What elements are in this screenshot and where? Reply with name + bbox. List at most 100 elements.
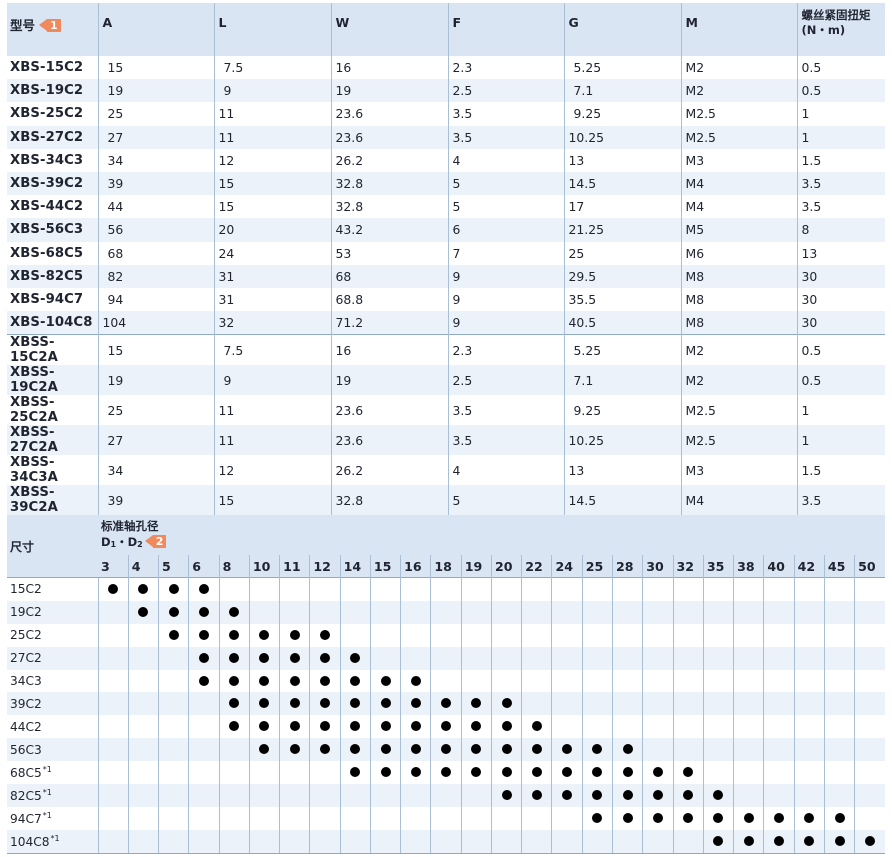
cell-a: 19: [97, 365, 214, 396]
cell-m: M2.5: [680, 425, 797, 456]
available-dot-icon: [350, 744, 361, 755]
available-dot-icon: [622, 789, 633, 800]
availability-cell: [551, 806, 583, 830]
availability-cell: [248, 623, 280, 647]
cell-a: 27: [97, 125, 214, 149]
available-dot-icon: [259, 744, 270, 755]
cell-f: 4: [447, 455, 564, 486]
availability-cell: [733, 829, 764, 854]
cell-torque: 13: [796, 241, 885, 265]
availability-cell: [279, 738, 310, 762]
size-label: 25C2: [10, 628, 42, 643]
diameter-header: 32: [672, 555, 704, 578]
cell-w: 71.2: [330, 311, 448, 335]
available-dot-icon: [531, 767, 542, 778]
cell-w: 23.6: [330, 395, 448, 426]
availability-cell: [339, 623, 371, 647]
availability-cell: [97, 576, 129, 601]
available-dot-icon: [562, 744, 573, 755]
availability-cell: [97, 806, 129, 830]
available-dot-icon: [229, 652, 240, 663]
availability-cell: [188, 715, 220, 739]
cell-model: XBS-68C5: [10, 245, 84, 261]
availability-cell: [642, 646, 674, 670]
note-badge-2: 2: [144, 534, 167, 548]
available-dot-icon: [319, 629, 330, 640]
cell-f: 5: [447, 195, 564, 219]
availability-cell: [551, 692, 583, 716]
availability-cell: [248, 669, 280, 693]
cell-l: 15: [213, 485, 331, 516]
available-dot-icon: [410, 675, 421, 686]
footnote-mark: *1: [50, 833, 60, 843]
cell-m: M6: [680, 241, 797, 265]
availability-cell: [854, 761, 885, 785]
availability-cell: [521, 669, 552, 693]
availability-cell: [793, 761, 825, 785]
availability-cell: [521, 761, 552, 785]
availability-cell: [642, 738, 674, 762]
availability-cell: [854, 600, 885, 624]
cell-torque: 30: [796, 264, 885, 288]
cell-f: 9: [447, 311, 564, 335]
size-label: 82C5: [10, 788, 42, 803]
available-dot-icon: [410, 721, 421, 732]
availability-cell: [490, 600, 522, 624]
availability-cell: [188, 738, 220, 762]
size-label: 39C2: [10, 696, 42, 711]
available-dot-icon: [259, 652, 270, 663]
available-dot-icon: [229, 698, 240, 709]
available-dot-icon: [531, 744, 542, 755]
diameter-header: 20: [490, 555, 522, 578]
availability-cell: [309, 600, 341, 624]
cell-a: 82: [97, 264, 214, 288]
cell-torque: 1.5: [796, 455, 885, 486]
availability-cell: [309, 761, 341, 785]
compat-header-row-1: 尺寸 标准轴孔径 D1・D2 2: [7, 515, 885, 578]
availability-cell: [793, 738, 825, 762]
availability-cell: [733, 669, 764, 693]
availability-cell: [400, 715, 431, 739]
availability-cell: [400, 829, 431, 854]
diameter-header: 18: [430, 555, 462, 578]
table-row: 27C2: [7, 646, 885, 670]
availability-cell: [854, 646, 885, 670]
availability-cell: [369, 646, 401, 670]
availability-cell: [823, 784, 855, 807]
diameter-header: 40: [763, 555, 795, 578]
availability-cell: [248, 829, 280, 854]
availability-cell: [188, 829, 220, 854]
availability-cell: [672, 600, 704, 624]
availability-cell: [248, 715, 280, 739]
available-dot-icon: [198, 583, 209, 594]
availability-cell: [854, 738, 885, 762]
available-dot-icon: [562, 767, 573, 778]
available-dot-icon: [622, 744, 633, 755]
cell-m: M2.5: [680, 395, 797, 426]
cell-m: M8: [680, 287, 797, 312]
availability-cell: [460, 692, 492, 716]
availability-cell: [127, 761, 159, 785]
availability-cell: [248, 600, 280, 624]
compat-table-body: 15C2 19C2 25C2 27C2 34C3 39C2 44C2 56C3 68C5*1 82…: [7, 576, 885, 854]
availability-cell: [702, 715, 734, 739]
cell-m: M4: [680, 171, 797, 196]
d-label: D: [101, 534, 111, 549]
availability-cell: [793, 784, 825, 807]
availability-cell: [309, 576, 341, 601]
availability-cell: [490, 715, 522, 739]
availability-cell: [642, 669, 674, 693]
availability-cell: [97, 784, 129, 807]
cell-a: 15: [97, 56, 214, 80]
cell-m: M8: [680, 264, 797, 288]
availability-cell: [97, 692, 129, 716]
availability-cell: [339, 806, 371, 830]
available-dot-icon: [259, 629, 270, 640]
table-row: XBS-104C8 104 32 71.2 9 40.5 M8 30: [7, 311, 885, 335]
availability-cell: [158, 623, 189, 647]
available-dot-icon: [531, 789, 542, 800]
available-dot-icon: [289, 698, 300, 709]
availability-cell: [369, 761, 401, 785]
availability-cell: [521, 738, 552, 762]
available-dot-icon: [198, 675, 209, 686]
